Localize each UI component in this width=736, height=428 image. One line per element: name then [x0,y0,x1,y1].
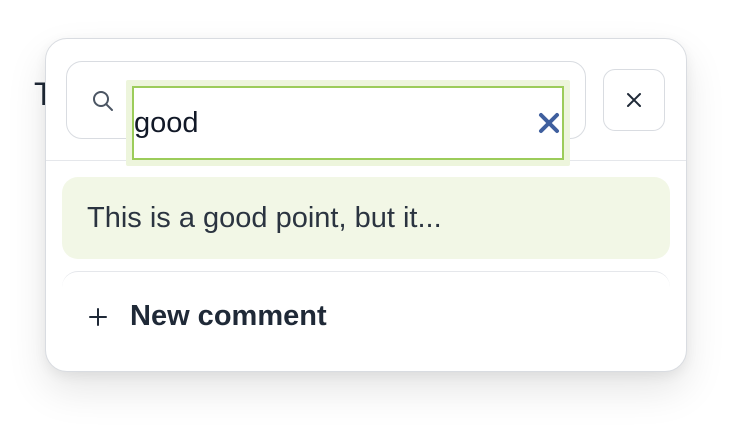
search-box [66,61,586,166]
clear-x-icon[interactable] [537,111,561,135]
close-icon [627,93,641,107]
new-comment-button[interactable]: New comment [62,271,670,361]
search-result-item[interactable]: This is a good point, but it... [62,177,670,259]
comment-search-popover: This is a good point, but it... New comm… [45,38,687,372]
page: T This i [0,0,736,428]
search-input[interactable] [132,86,564,160]
result-text: This is a good point, but it... [87,201,442,234]
search-row [46,39,686,166]
plus-icon [89,307,107,326]
search-icon [93,91,113,111]
new-comment-label: New comment [130,300,327,332]
close-button[interactable] [603,69,665,131]
